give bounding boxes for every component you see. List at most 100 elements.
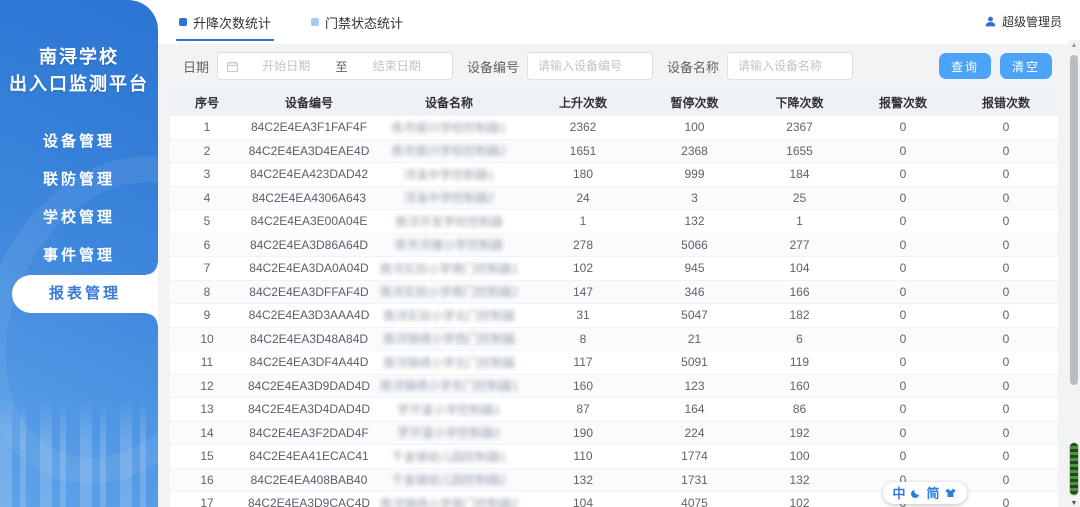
device-id: 84C2E4EA3D86A64D xyxy=(249,237,369,252)
descend-count: 192 xyxy=(789,425,810,440)
device-id-input[interactable] xyxy=(527,52,654,80)
error-count: 0 xyxy=(1002,496,1010,507)
alarm-count: 0 xyxy=(899,167,907,182)
table-header: 序号 设备编号 设备名称 上升次数 暂停次数 下降次数 报警次数 报错次数 xyxy=(170,88,1058,116)
tab-label: 升降次数统计 xyxy=(193,15,272,31)
scrollbar-up-arrow-icon[interactable]: ▲ xyxy=(1068,42,1080,49)
device-name: 练市振兴学校控制器2 xyxy=(391,144,507,159)
query-button[interactable]: 查询 xyxy=(938,53,991,79)
table-row: 9 84C2E4EA3D3AAA4D 南浔实验小学北门控制器 31 5047 182 0 0 xyxy=(170,304,1058,328)
rise-count: 1651 xyxy=(569,143,597,158)
error-count: 0 xyxy=(1002,237,1010,252)
tshirt-skin-icon[interactable] xyxy=(944,487,957,499)
pause-count: 100 xyxy=(684,120,705,135)
column-header-3: 上升次数 xyxy=(558,95,607,110)
device-id: 84C2E4EA3D4DAD4D xyxy=(247,402,371,417)
ime-simplified-indicator[interactable]: 简 xyxy=(926,487,939,500)
calendar-icon xyxy=(227,61,238,72)
error-count: 0 xyxy=(1002,355,1010,370)
row-index: 17 xyxy=(200,496,214,507)
pause-count: 224 xyxy=(684,425,705,440)
alarm-count: 0 xyxy=(899,308,907,323)
error-count: 0 xyxy=(1002,167,1010,182)
descend-count: 86 xyxy=(792,402,807,417)
error-count: 0 xyxy=(1002,308,1010,323)
device-name-input[interactable] xyxy=(727,52,854,80)
device-name: 罗开富小学控制器2 xyxy=(397,426,501,441)
scrollbar-bottom-thumb[interactable] xyxy=(1070,443,1078,495)
rise-count: 147 xyxy=(572,284,594,299)
table-row: 13 84C2E4EA3D4DAD4D 罗开富小学控制器1 87 164 86 0 0 xyxy=(170,398,1058,422)
tab-label: 门禁状态统计 xyxy=(325,15,404,31)
scrollbar-thumb[interactable] xyxy=(1070,55,1078,385)
sidebar-decoration-cityscape xyxy=(0,397,158,507)
error-count: 0 xyxy=(1002,331,1010,346)
row-index: 1 xyxy=(203,120,211,135)
descend-count: 182 xyxy=(789,308,810,323)
pause-count: 346 xyxy=(684,284,705,299)
rise-count: 87 xyxy=(576,402,590,417)
pause-count: 999 xyxy=(684,167,705,182)
descend-count: 6 xyxy=(796,331,803,346)
end-date-input[interactable] xyxy=(349,59,445,73)
row-index: 9 xyxy=(203,308,211,323)
main-area: 升降次数统计 门禁状态统计 超级管理员 日期 至 设备编号 设备名称 查询 清空 xyxy=(158,0,1080,507)
device-id: 84C2E4EA3D4EAE4D xyxy=(248,143,370,158)
sidebar-item-event-management[interactable]: 事件管理 xyxy=(0,237,158,275)
table-row: 10 84C2E4EA3D48A84D 南浔锦绣小学西门控制器 8 21 6 0 0 xyxy=(170,327,1058,351)
vertical-scrollbar[interactable]: ▲ ▼ xyxy=(1068,40,1080,507)
rise-count: 104 xyxy=(572,496,594,507)
pause-count: 21 xyxy=(687,331,702,346)
device-id: 84C2E4EA423DAD42 xyxy=(249,167,369,182)
tab-door-status-stats[interactable]: 门禁状态统计 xyxy=(308,0,406,44)
device-id: 84C2E4EA3F2DAD4F xyxy=(249,425,369,440)
table-row: 12 84C2E4EA3D9DAD4D 南浔锦绣小学东门控制器1 160 123 160 0… xyxy=(170,374,1058,398)
ime-toolbar[interactable]: 中 简 xyxy=(883,482,967,504)
pause-count: 5091 xyxy=(681,355,708,370)
error-count: 0 xyxy=(1002,378,1010,393)
sidebar-item-device-management[interactable]: 设备管理 xyxy=(0,123,158,161)
alarm-count: 0 xyxy=(899,402,907,417)
moon-icon[interactable] xyxy=(910,488,921,499)
error-count: 0 xyxy=(1002,261,1010,276)
app-title-line2: 出入口监测平台 xyxy=(9,74,149,94)
scrollbar-down-arrow-icon[interactable]: ▼ xyxy=(1068,500,1080,507)
device-id: 84C2E4EA41ECAC41 xyxy=(249,449,369,464)
pause-count: 945 xyxy=(684,261,705,276)
app-title-line1: 南浔学校 xyxy=(39,47,119,67)
pause-count: 5066 xyxy=(681,237,708,252)
sidebar-item-joint-defense-management[interactable]: 联防管理 xyxy=(0,161,158,199)
rise-count: 278 xyxy=(572,237,594,252)
tab-lift-count-stats[interactable]: 升降次数统计 xyxy=(176,0,275,44)
device-id: 84C2E4EA4306A643 xyxy=(251,190,367,205)
filter-bar: 日期 至 设备编号 设备名称 查询 清空 xyxy=(158,44,1080,88)
rise-count: 160 xyxy=(572,378,594,393)
device-id: 84C2E4EA408BAB40 xyxy=(250,472,368,487)
alarm-count: 0 xyxy=(899,120,907,135)
sidebar-item-report-management[interactable]: 报表管理 xyxy=(12,263,158,325)
device-id: 84C2E4EA3DA0A04D xyxy=(249,261,369,276)
error-count: 0 xyxy=(1002,120,1010,135)
user-menu[interactable]: 超级管理员 xyxy=(984,13,1062,30)
descend-count: 1655 xyxy=(786,143,813,158)
alarm-count: 0 xyxy=(899,190,907,205)
error-count: 0 xyxy=(1002,449,1010,464)
alarm-count: 0 xyxy=(899,449,907,464)
device-name: 南浔实验小学北门控制器 xyxy=(382,308,515,323)
error-count: 0 xyxy=(1002,190,1010,205)
row-index: 6 xyxy=(203,237,211,252)
table-row: 2 84C2E4EA3D4EAE4D 练市振兴学校控制器2 1651 2368 1655 0… xyxy=(170,139,1058,163)
pause-count: 1774 xyxy=(681,449,708,464)
error-count: 0 xyxy=(1002,284,1010,299)
alarm-count: 0 xyxy=(899,425,907,440)
descend-count: 184 xyxy=(789,167,810,182)
ime-chinese-indicator[interactable]: 中 xyxy=(892,487,905,500)
date-range-picker[interactable]: 至 xyxy=(217,52,454,80)
start-date-input[interactable] xyxy=(239,59,334,73)
device-name: 南浔实验小学南门控制器2 xyxy=(379,285,519,300)
descend-count: 132 xyxy=(789,472,810,487)
column-header-4: 暂停次数 xyxy=(670,95,719,110)
rise-count: 117 xyxy=(573,355,593,370)
clear-button[interactable]: 清空 xyxy=(999,53,1052,79)
sidebar-item-school-management[interactable]: 学校管理 xyxy=(0,199,158,237)
